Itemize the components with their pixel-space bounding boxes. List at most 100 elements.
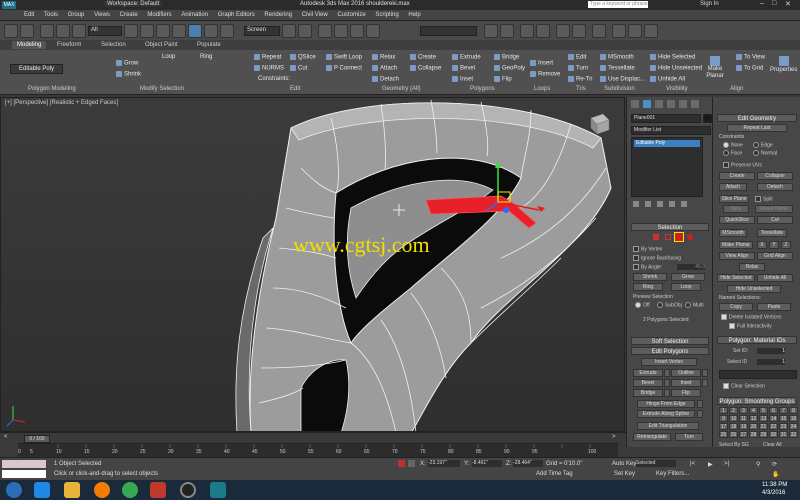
sg-button-28[interactable]: 28 (749, 431, 758, 438)
tessellate-button[interactable]: Tessellate (600, 65, 635, 72)
preview-multi-radio[interactable]: Multi (685, 302, 704, 308)
auto-key-button[interactable]: Auto Key (612, 461, 636, 467)
menu-views[interactable]: Views (90, 10, 114, 20)
x-coordinate-field[interactable]: -23.197" (428, 460, 460, 467)
clear-all-sg-button[interactable]: Clear All (763, 442, 782, 448)
slice-plane-button[interactable]: Slice Plane (719, 195, 749, 203)
perspective-viewport[interactable]: [+] [Perspective] [Realistic + Edged Fac… (0, 97, 625, 432)
sign-in-link[interactable]: Sign In (700, 1, 719, 7)
to-view-button[interactable]: To View (736, 54, 765, 61)
relax-button[interactable]: Relax (372, 54, 395, 61)
hinge-from-edge-button[interactable]: Hinge From Edge (637, 400, 695, 408)
sg-button-20[interactable]: 20 (749, 423, 758, 430)
msmooth-button[interactable]: MSmooth (600, 54, 634, 61)
undo-icon[interactable] (4, 24, 18, 38)
geopoly-button[interactable]: GeoPoly (494, 65, 525, 72)
sg-button-31[interactable]: 31 (779, 431, 788, 438)
sg-button-27[interactable]: 27 (739, 431, 748, 438)
make-unique-icon[interactable] (657, 201, 663, 207)
sg-button-11[interactable]: 11 (739, 415, 748, 422)
repeat-button[interactable]: Repeat (254, 54, 281, 61)
sg-button-22[interactable]: 22 (769, 423, 778, 430)
group-polygon-modeling[interactable]: Polygon Modeling (28, 86, 76, 92)
group-subdivision[interactable]: Subdivision (604, 86, 635, 92)
scale-icon[interactable] (220, 24, 234, 38)
bridge-button[interactable]: Bridge (494, 54, 519, 61)
sg-button-1[interactable]: 1 (719, 407, 728, 414)
redo-icon[interactable] (20, 24, 34, 38)
qslice-button[interactable]: QSlice (290, 54, 316, 61)
ring-selection-button[interactable]: Ring (633, 283, 663, 291)
extrude-settings-icon[interactable] (664, 369, 670, 377)
orbit-icon[interactable]: ⟳ (772, 461, 777, 468)
layer-explorer-icon[interactable] (520, 24, 534, 38)
group-modify-selection[interactable]: Modify Selection (140, 86, 184, 92)
clear-selection-checkbox[interactable]: Clear Selection (723, 383, 765, 389)
mirror-icon[interactable] (484, 24, 498, 38)
go-to-start-icon[interactable]: |< (690, 461, 695, 467)
object-color-swatch[interactable] (703, 114, 712, 123)
app-logo-icon[interactable]: MAX (2, 1, 16, 9)
turn-poly-button[interactable]: Turn (675, 433, 703, 441)
modify-tab-icon[interactable] (643, 100, 651, 108)
tab-object-paint[interactable]: Object Paint (140, 41, 183, 49)
bevel-button[interactable]: Bevel (452, 65, 475, 72)
tessellate-geom-button[interactable]: Tessellate (757, 229, 787, 237)
constraint-none-radio[interactable]: None (723, 142, 743, 148)
ie-browser-icon[interactable] (34, 482, 50, 498)
select-id-spinner[interactable]: 1 (757, 359, 785, 365)
by-vertex-checkbox[interactable]: By Vertex (633, 246, 662, 252)
selection-rollout-header[interactable]: Selection (631, 223, 709, 231)
ppt-icon[interactable] (150, 482, 166, 498)
sg-button-25[interactable]: 25 (719, 431, 728, 438)
angle-spinner[interactable]: 45.0 (677, 264, 705, 270)
ignore-backfacing-checkbox[interactable]: Ignore Backfacing (633, 255, 681, 261)
relax-geom-button[interactable]: Relax (739, 263, 765, 271)
insert-loop-button[interactable]: Insert (530, 60, 553, 67)
planar-z-button[interactable]: Z (781, 241, 791, 249)
sg-button-4[interactable]: 4 (749, 407, 758, 414)
tab-populate[interactable]: Populate (192, 41, 226, 49)
select-by-sg-button[interactable]: Select By SG (719, 442, 749, 448)
menu-scripting[interactable]: Scripting (371, 10, 402, 20)
inset-button[interactable]: Inset (452, 76, 473, 83)
align-icon[interactable] (500, 24, 514, 38)
polygon-mode-icon[interactable] (674, 232, 684, 242)
border-mode-icon[interactable] (665, 234, 671, 240)
schematic-view-icon[interactable] (572, 24, 586, 38)
3dsmax-task-icon[interactable] (210, 482, 226, 498)
menu-edit[interactable]: Edit (20, 10, 38, 20)
motion-tab-icon[interactable] (667, 100, 675, 108)
hide-unselected-ribbon-button[interactable]: Hide Unselected (650, 65, 702, 72)
menu-rendering[interactable]: Rendering (260, 10, 296, 20)
named-selection-dropdown[interactable] (420, 26, 477, 36)
cut-button[interactable]: Cut (290, 65, 307, 72)
retri-button[interactable]: Re-Tri (568, 76, 592, 83)
soft-selection-rollout-header[interactable]: Soft Selection (631, 337, 709, 345)
snap-toggle-icon[interactable] (318, 24, 332, 38)
shrink-selection-button[interactable]: Shrink (633, 273, 667, 281)
rotate-icon[interactable] (204, 24, 218, 38)
pin-stack-icon[interactable] (633, 201, 639, 207)
extrude-along-spline-button[interactable]: Extrude Along Spline (637, 410, 695, 418)
sg-button-6[interactable]: 6 (769, 407, 778, 414)
set-key-button[interactable]: Set Key (614, 471, 635, 477)
zoom-icon[interactable]: ⚲ (756, 461, 760, 468)
planar-y-button[interactable]: Y (769, 241, 779, 249)
media-player-icon[interactable] (94, 482, 110, 498)
pan-icon[interactable]: ✋ (772, 471, 779, 478)
swift-loop-button[interactable]: Swift Loop (326, 54, 362, 61)
add-time-tag-button[interactable]: Add Time Tag (536, 471, 573, 477)
constraint-normal-radio[interactable]: Normal (753, 150, 777, 156)
sg-button-29[interactable]: 29 (759, 431, 768, 438)
edge-mode-icon[interactable] (653, 234, 659, 240)
sg-button-2[interactable]: 2 (729, 407, 738, 414)
make-planar-ribbon-button[interactable]: Make Planar (706, 56, 724, 80)
attach-button[interactable]: Attach (372, 65, 397, 72)
sg-button-5[interactable]: 5 (759, 407, 768, 414)
material-ids-rollout-header[interactable]: Polygon: Material IDs (717, 336, 797, 344)
create-tab-icon[interactable] (631, 100, 639, 108)
object-name-field[interactable]: Plane001 (631, 114, 701, 123)
tab-modeling[interactable]: Modeling (12, 41, 47, 49)
select-object-icon[interactable] (124, 24, 138, 38)
